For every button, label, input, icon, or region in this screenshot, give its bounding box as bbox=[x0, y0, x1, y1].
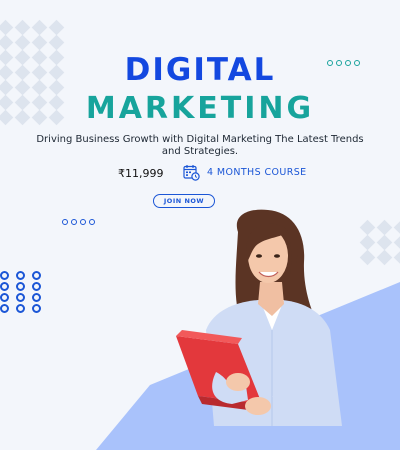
poster: DIGITAL MARKETING Driving Business Growt… bbox=[0, 0, 400, 450]
person-illustration bbox=[176, 209, 342, 426]
